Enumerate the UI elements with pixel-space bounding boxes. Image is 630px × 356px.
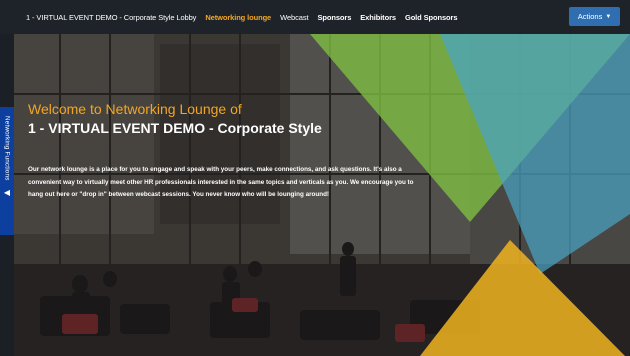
nav-lobby-link[interactable]: 1 - VIRTUAL EVENT DEMO - Corporate Style… (26, 13, 196, 22)
nav-exhibitors-link[interactable]: Exhibitors (360, 13, 396, 22)
actions-label: Actions (577, 12, 603, 21)
nav-webcast-link[interactable]: Webcast (280, 13, 308, 22)
networking-functions-label: Networking Functions (3, 116, 11, 181)
actions-button[interactable]: Actions ▼ (569, 7, 620, 26)
nav-sponsors-link[interactable]: Sponsors (317, 13, 351, 22)
nav-gold-sponsors-link[interactable]: Gold Sponsors (405, 13, 458, 22)
hero-banner: Welcome to Networking Lounge of 1 - VIRT… (0, 34, 630, 356)
lounge-description: Our network lounge is a place for you to… (28, 166, 414, 198)
top-navigation-bar: 1 - VIRTUAL EVENT DEMO - Corporate Style… (0, 0, 630, 34)
caret-left-icon: ◀ (3, 187, 11, 197)
chevron-down-icon: ▼ (605, 13, 612, 20)
networking-functions-tab[interactable]: Networking Functions ◀ (0, 107, 14, 235)
welcome-heading: Welcome to Networking Lounge of (28, 101, 242, 117)
nav-networking-lounge-link[interactable]: Networking lounge (205, 13, 271, 22)
event-title: 1 - VIRTUAL EVENT DEMO - Corporate Style (28, 120, 322, 136)
